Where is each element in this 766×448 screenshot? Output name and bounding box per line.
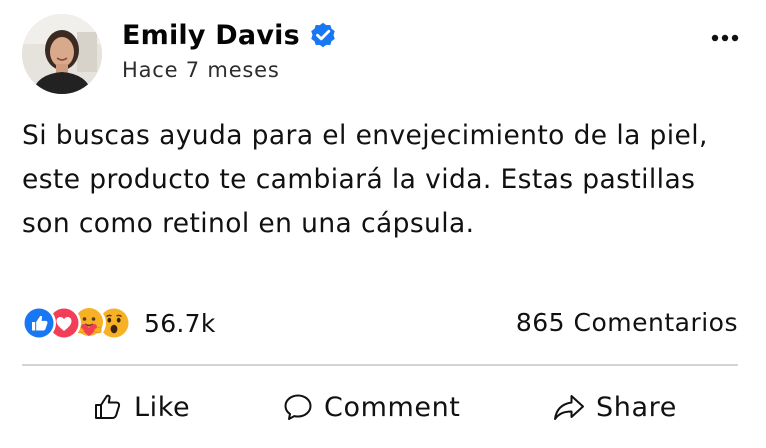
verified-badge-icon xyxy=(308,20,338,50)
author-name[interactable]: Emily Davis xyxy=(122,20,300,51)
like-label: Like xyxy=(134,391,191,423)
comment-button[interactable]: Comment xyxy=(282,386,460,428)
post-timestamp[interactable]: Hace 7 meses xyxy=(122,58,280,82)
share-arrow-icon xyxy=(554,395,584,420)
comments-count-link[interactable]: 865 Comentarios xyxy=(516,306,738,340)
profile-photo-icon xyxy=(22,14,102,94)
post-body-text: Si buscas ayuda para el envejecimiento d… xyxy=(22,120,708,239)
like-button[interactable]: Like xyxy=(92,386,190,428)
reaction-count: 56.7k xyxy=(144,308,216,338)
share-button[interactable]: Share xyxy=(552,386,677,428)
comment-label: Comment xyxy=(324,391,461,423)
reactions-summary[interactable]: 56.7k xyxy=(22,306,216,340)
more-horizontal-icon xyxy=(711,34,739,42)
comment-bubble-icon xyxy=(284,394,312,420)
more-options-button[interactable] xyxy=(708,26,742,50)
thumbs-up-icon xyxy=(95,394,121,419)
like-reaction-icon xyxy=(22,306,56,340)
divider xyxy=(22,364,738,366)
share-label: Share xyxy=(596,391,677,423)
facebook-post: Emily Davis Hace 7 meses Si buscas ayuda… xyxy=(0,0,766,448)
post-author: Emily Davis xyxy=(122,16,338,54)
avatar[interactable] xyxy=(22,14,102,94)
